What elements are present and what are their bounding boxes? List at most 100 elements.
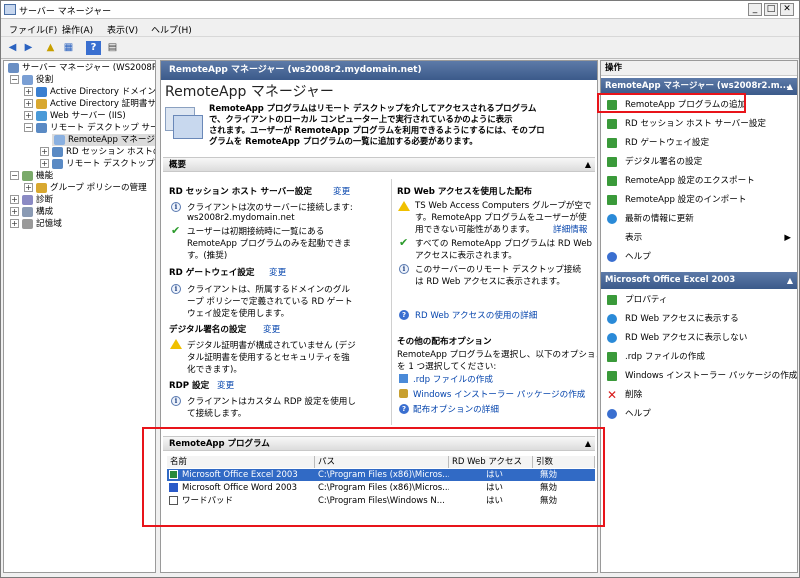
expand-icon[interactable]: + <box>10 207 19 216</box>
gateway-icon <box>607 138 617 148</box>
banner-title: RemoteApp マネージャー <box>165 84 334 100</box>
menu-action[interactable]: 操作(A) <box>62 23 93 36</box>
delete-icon: ✕ <box>607 388 618 402</box>
help-icon[interactable]: ? <box>86 41 101 55</box>
highlight-program-list <box>142 427 605 527</box>
title-bar: サーバー マネージャー _ □ ✕ <box>1 1 799 19</box>
show-hide-tree-icon[interactable]: ▦ <box>61 41 76 55</box>
collapse-icon[interactable]: − <box>10 171 19 180</box>
help-icon <box>607 252 617 262</box>
gateway-settings-title: RD ゲートウェイ設定 <box>169 268 255 278</box>
action-help[interactable]: ヘルプ <box>601 248 797 267</box>
menu-help[interactable]: ヘルプ(H) <box>151 23 192 36</box>
overview-section-header[interactable]: 概要 ▲ <box>163 157 595 172</box>
signature-icon <box>607 157 617 167</box>
rdsh-config-icon <box>52 147 63 157</box>
msi-package-icon <box>607 371 617 381</box>
action-create-rdp[interactable]: .rdp ファイルの作成 <box>601 348 797 367</box>
action-hide-in-rdweb[interactable]: RD Web アクセスに表示しない <box>601 329 797 348</box>
globe-icon <box>607 314 617 324</box>
action-show-in-rdweb[interactable]: RD Web アクセスに表示する <box>601 310 797 329</box>
action-gateway-settings[interactable]: RD ゲートウェイ設定 <box>601 134 797 153</box>
maximize-button[interactable]: □ <box>764 3 778 16</box>
rdsh-change-link[interactable]: 変更 <box>333 185 350 197</box>
rdp-file-icon <box>399 374 408 383</box>
up-folder-icon[interactable]: ▲ <box>43 41 58 55</box>
ad-ds-icon <box>36 87 47 97</box>
rdp-change-link[interactable]: 変更 <box>217 379 234 391</box>
info-icon: i <box>171 396 181 406</box>
collapse-arrow-icon[interactable]: ▲ <box>787 78 793 95</box>
expand-icon[interactable]: + <box>24 87 33 96</box>
expand-icon[interactable]: + <box>24 183 33 192</box>
ad-cs-icon <box>36 99 47 109</box>
expand-icon[interactable]: + <box>40 147 49 156</box>
actions-title: 操作 <box>601 61 797 76</box>
menu-file[interactable]: ファイル(F) <box>9 23 57 36</box>
other-options-title: その他の配布オプション <box>397 337 492 347</box>
digsig-change-link[interactable]: 変更 <box>263 323 280 335</box>
digital-signature-title: デジタル署名の設定 <box>169 325 247 335</box>
action-digital-signature[interactable]: デジタル署名の設定 <box>601 153 797 172</box>
globe-icon <box>607 333 617 343</box>
collapse-arrow-icon[interactable]: ▲ <box>585 158 591 172</box>
server-icon <box>8 63 19 73</box>
collapse-icon[interactable]: − <box>10 75 19 84</box>
warning-icon <box>398 201 410 211</box>
console-tree: サーバー マネージャー (WS2008R2) − 役割 + Active Dir… <box>3 60 156 573</box>
properties-icon <box>607 295 617 305</box>
collapse-arrow-icon[interactable]: ▲ <box>787 272 793 289</box>
window-title: サーバー マネージャー <box>19 7 112 17</box>
export-icon <box>607 176 617 186</box>
center-header: RemoteApp マネージャー (ws2008r2.mydomain.net) <box>161 61 597 80</box>
roles-icon <box>22 75 33 85</box>
info-icon: i <box>171 202 181 212</box>
action-import-settings[interactable]: RemoteApp 設定のインポート <box>601 191 797 210</box>
rdweb-distribution-title: RD Web アクセスを使用した配布 <box>397 187 532 197</box>
action-properties[interactable]: プロパティ <box>601 291 797 310</box>
actions-pane: 操作 RemoteApp マネージャー (ws2008r2.m... ▲ Rem… <box>600 60 798 573</box>
action-view[interactable]: 表示 ▶ <box>601 229 797 248</box>
remoteapp-icon <box>54 135 65 145</box>
warning-icon <box>170 339 182 349</box>
create-rdp-link[interactable]: .rdp ファイルの作成 <box>413 373 493 385</box>
rdweb-help-link[interactable]: RD Web アクセスの使用の詳細 <box>415 309 537 321</box>
action-export-settings[interactable]: RemoteApp 設定のエクスポート <box>601 172 797 191</box>
menu-view[interactable]: 表示(V) <box>107 23 138 36</box>
tree-node-remoteapp-manager[interactable]: RemoteApp マネージャ <box>52 134 155 146</box>
action-create-msi[interactable]: Windows インストーラー パッケージの作成 <box>601 367 797 386</box>
expand-icon[interactable]: + <box>40 159 49 168</box>
expand-icon[interactable]: + <box>24 99 33 108</box>
expand-icon[interactable]: + <box>24 111 33 120</box>
create-msi-link[interactable]: Windows インストーラー パッケージの作成 <box>413 388 585 400</box>
distribution-help-link[interactable]: 配布オプションの詳細 <box>413 403 499 415</box>
properties-icon[interactable]: ▤ <box>105 41 120 55</box>
info-icon: i <box>399 264 409 274</box>
minimize-button[interactable]: _ <box>748 3 762 16</box>
close-button[interactable]: ✕ <box>780 3 794 16</box>
action-refresh[interactable]: 最新の情報に更新 <box>601 210 797 229</box>
msi-package-icon <box>399 389 408 398</box>
back-icon[interactable]: ◀ <box>5 41 20 55</box>
forward-icon[interactable]: ▶ <box>21 41 36 55</box>
server-manager-icon <box>4 4 16 15</box>
help-question-icon: ? <box>399 404 409 414</box>
configuration-icon <box>22 207 33 217</box>
gateway-change-link[interactable]: 変更 <box>269 266 286 278</box>
expand-icon[interactable]: + <box>10 219 19 228</box>
rd-manager-icon <box>52 159 63 169</box>
action-rdsh-settings[interactable]: RD セッション ホスト サーバー設定 <box>601 115 797 134</box>
server-manager-window: サーバー マネージャー _ □ ✕ ファイル(F) 操作(A) 表示(V) ヘル… <box>0 0 800 578</box>
import-icon <box>607 195 617 205</box>
actions-section-excel[interactable]: Microsoft Office Excel 2003 ▲ <box>601 272 797 289</box>
menu-bar: ファイル(F) 操作(A) 表示(V) ヘルプ(H) <box>1 20 799 37</box>
action-help-2[interactable]: ヘルプ <box>601 405 797 424</box>
rds-icon <box>36 123 47 133</box>
more-info-link[interactable]: 詳細情報 <box>553 223 587 235</box>
collapse-icon[interactable]: − <box>24 123 33 132</box>
check-icon: ✔ <box>399 236 409 249</box>
toolbar: ◀ ▶ ▲ ▦ ? ▤ <box>1 38 799 59</box>
settings-icon <box>607 119 617 129</box>
expand-icon[interactable]: + <box>10 195 19 204</box>
action-delete[interactable]: ✕ 削除 <box>601 386 797 405</box>
